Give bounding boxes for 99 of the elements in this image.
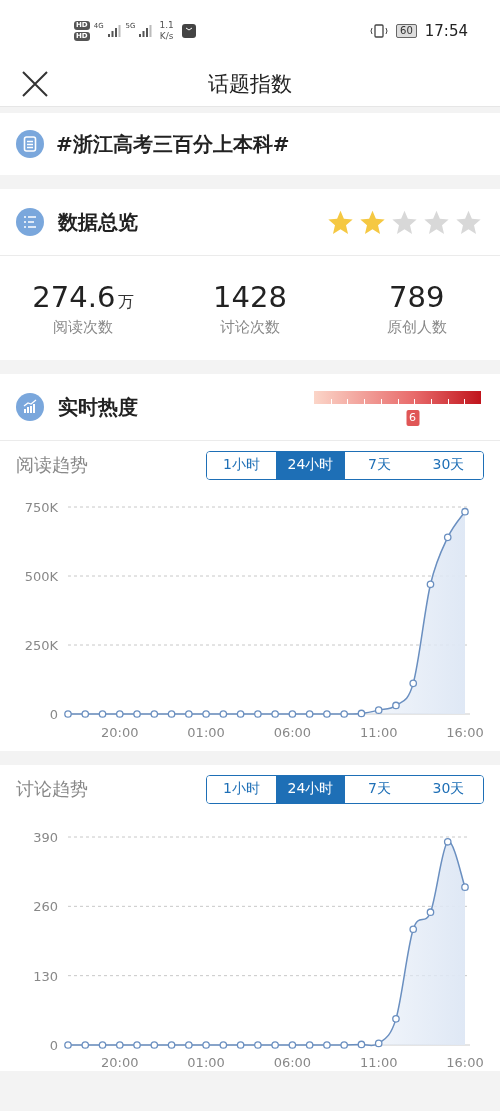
data-point xyxy=(202,1041,210,1049)
star-icon xyxy=(359,208,386,236)
heat-marker: 6 xyxy=(406,410,419,426)
x-axis-label: 16:00 xyxy=(446,1055,484,1070)
data-point xyxy=(426,580,435,589)
data-point xyxy=(150,1041,159,1049)
data-point xyxy=(443,533,452,542)
x-axis-label: 01:00 xyxy=(187,725,225,740)
data-point xyxy=(236,1041,245,1049)
x-axis-label: 06:00 xyxy=(273,1055,312,1070)
y-axis-label: 0 xyxy=(49,1038,58,1053)
data-point xyxy=(115,710,124,718)
vibrate-icon xyxy=(370,24,389,38)
close-icon[interactable] xyxy=(21,70,49,98)
data-point xyxy=(305,710,314,718)
data-point xyxy=(219,710,228,718)
data-point xyxy=(236,710,245,718)
x-axis-label: 16:00 xyxy=(446,725,484,740)
data-point xyxy=(443,837,452,846)
data-point xyxy=(167,710,176,718)
data-point xyxy=(254,710,262,718)
y-axis-label: 500K xyxy=(24,569,58,584)
data-point xyxy=(219,1041,228,1049)
data-point xyxy=(133,710,141,718)
data-point xyxy=(202,710,210,718)
y-axis-label: 250K xyxy=(24,638,58,653)
x-axis-label: 06:00 xyxy=(273,725,312,740)
data-point xyxy=(64,710,72,718)
trend-title: 阅读趋势 xyxy=(16,453,88,477)
clock: 17:54 xyxy=(424,22,468,40)
y-axis-label: 130 xyxy=(33,968,58,984)
x-axis-label: 20:00 xyxy=(101,725,139,740)
section-title: 实时热度 xyxy=(58,393,138,421)
star-icon xyxy=(391,208,418,236)
data-point xyxy=(98,710,107,718)
battery-level: 60 xyxy=(396,24,417,38)
data-point xyxy=(374,1039,383,1048)
app-icon xyxy=(181,24,196,38)
document-icon xyxy=(16,130,44,158)
data-point xyxy=(340,710,348,718)
data-point xyxy=(64,1041,72,1049)
data-point xyxy=(392,1015,400,1023)
data-point xyxy=(288,710,297,718)
range-tab[interactable]: 24小时 xyxy=(276,775,345,803)
data-point xyxy=(392,701,400,710)
stat-unit: 万 xyxy=(118,291,135,313)
data-point xyxy=(115,1041,124,1049)
star-icon xyxy=(423,208,450,236)
section-title: 数据总览 xyxy=(58,208,138,236)
range-tab[interactable]: 24小时 xyxy=(276,451,345,479)
x-axis-label: 11:00 xyxy=(359,1055,398,1070)
data-point xyxy=(81,1041,90,1049)
y-axis-label: 390 xyxy=(33,830,58,845)
star-icon xyxy=(455,208,482,236)
stat-label: 原创人数 xyxy=(386,317,447,337)
data-point xyxy=(323,1041,331,1049)
stat-value: 1428 xyxy=(213,279,287,314)
data-point xyxy=(271,1041,279,1049)
page-title: 话题指数 xyxy=(208,71,292,98)
stat-value: 789 xyxy=(389,279,445,314)
data-point xyxy=(357,709,366,718)
x-axis-label: 01:00 xyxy=(187,1055,225,1070)
data-point xyxy=(185,1041,193,1049)
data-point xyxy=(185,710,193,718)
data-point xyxy=(426,908,435,917)
y-axis-label: 0 xyxy=(49,707,58,722)
y-axis-label: 260 xyxy=(33,899,58,915)
data-point xyxy=(305,1041,314,1049)
data-point xyxy=(409,925,418,934)
data-point xyxy=(271,710,279,718)
stat-label: 讨论次数 xyxy=(220,317,280,337)
data-point xyxy=(167,1041,176,1049)
trend-title: 讨论趋势 xyxy=(16,777,88,801)
y-axis-label: 750K xyxy=(24,500,58,515)
speed-unit: K/s xyxy=(159,31,174,42)
signal-icon xyxy=(139,25,154,37)
data-point xyxy=(133,1041,141,1049)
data-point xyxy=(340,1041,348,1049)
data-point xyxy=(409,679,418,688)
data-point xyxy=(461,507,469,516)
data-point xyxy=(323,710,331,718)
data-point xyxy=(374,706,383,714)
x-axis-label: 11:00 xyxy=(359,725,398,740)
data-point xyxy=(357,1040,366,1049)
speed-value: 1.1 xyxy=(159,20,174,31)
star-icon xyxy=(327,208,354,236)
data-point xyxy=(98,1041,107,1049)
data-point xyxy=(288,1041,297,1049)
data-point xyxy=(81,710,90,718)
data-point xyxy=(254,1041,262,1049)
x-axis-label: 20:00 xyxy=(101,1055,139,1070)
data-point xyxy=(150,710,159,718)
stat-value: 274.6 xyxy=(32,279,116,314)
data-point xyxy=(461,883,469,891)
signal-icon xyxy=(107,25,122,37)
stat-label: 阅读次数 xyxy=(53,317,114,337)
bar-chart-icon xyxy=(16,393,44,421)
topic-title: #浙江高考三百分上本科# xyxy=(56,130,290,158)
list-icon xyxy=(16,208,44,236)
